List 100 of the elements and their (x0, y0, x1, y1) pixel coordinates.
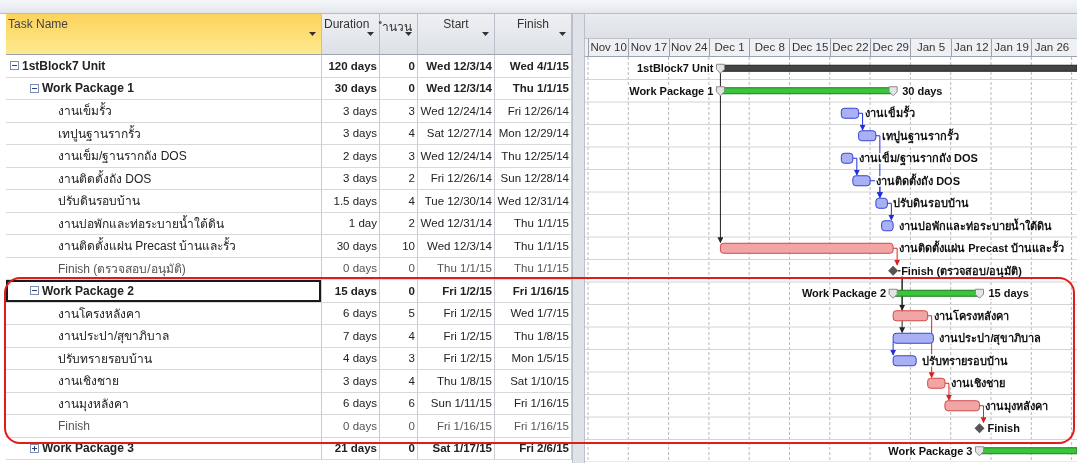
dependency-arrow (890, 340, 897, 356)
task-name: งานเชิงชาย (58, 373, 119, 391)
dropdown-arrow-icon (482, 32, 489, 36)
expand-icon[interactable] (30, 443, 39, 453)
task-bar[interactable] (892, 355, 917, 367)
dropdown-arrow-icon (367, 32, 374, 36)
table-cell: 6 days (322, 392, 380, 415)
table-cell: 4 (380, 190, 418, 213)
bar-label: Finish (ตรวจสอบ/อนุมัติ) (901, 264, 1022, 277)
task-name: Work Package 1 (42, 81, 134, 96)
table-cell: Fri 1/16/15 (418, 415, 495, 438)
table-cell: Sat 12/27/14 (418, 122, 495, 145)
dependency-arrow (858, 112, 866, 131)
table-cell: Wed 12/31/14 (418, 212, 495, 235)
task-name: 1stBlock7 Unit (22, 58, 106, 73)
task-bar[interactable] (858, 130, 877, 142)
table-cell: Tue 12/30/14 (418, 190, 495, 213)
task-name: งานเข็มรั้ว (58, 101, 112, 121)
table-cell: Wed 12/3/14 (418, 235, 495, 258)
task-name: งานประปา/สุขาภิบาล (58, 328, 170, 346)
dependency-arrow (892, 247, 901, 266)
task-bar[interactable] (892, 332, 934, 344)
table-cell: 2 (380, 167, 418, 190)
task-name: งานติดตั้งถัง DOS (58, 169, 152, 188)
table-cell: Wed 12/24/14 (418, 100, 495, 123)
task-bar[interactable] (852, 175, 871, 187)
bar-label: งานบ่อพักและท่อระบายน้ำใต้ดิน (899, 219, 1053, 232)
timescale-label: Nov 24 (668, 39, 709, 56)
table-cell: 30 days (322, 235, 380, 258)
table-cell: Wed 12/24/14 (418, 145, 495, 168)
column-header[interactable]: ำนวน (380, 14, 418, 55)
table-cell: 0 (380, 280, 418, 303)
table-cell: 2 days (322, 145, 380, 168)
table-cell: 4 (380, 122, 418, 145)
collapse-icon[interactable] (30, 83, 39, 93)
table-cell: 4 (380, 370, 418, 393)
task-name: ปรับทรายรอบบ้าน (58, 350, 152, 368)
dropdown-arrow-icon (309, 32, 316, 36)
collapse-icon[interactable] (10, 61, 19, 71)
table-cell: 7 days (322, 325, 380, 348)
task-bar[interactable] (892, 310, 929, 322)
task-bar[interactable] (840, 152, 854, 164)
bar-label: งานโครงหลังคา (933, 309, 1009, 322)
bar-label: Finish (987, 422, 1020, 435)
milestone-marker[interactable] (888, 265, 899, 276)
table-cell: 30 days (322, 77, 380, 100)
task-name: Finish (ตรวจสอบ/อนุมัติ) (58, 260, 186, 278)
task-bar[interactable] (881, 220, 894, 232)
task-name: งานโครงหลังคา (58, 305, 141, 323)
table-cell: Wed 12/3/14 (418, 77, 495, 100)
timescale-label: Dec 1 (708, 39, 750, 56)
table-cell: 3 days (322, 100, 380, 123)
table-cell: 0 (380, 257, 418, 280)
table-cell: 0 (380, 437, 418, 460)
dropdown-arrow-icon (405, 32, 412, 36)
table-cell: 15 days (322, 280, 380, 303)
table-cell: 6 days (322, 302, 380, 325)
column-header[interactable]: Task Name (6, 14, 322, 55)
column-header[interactable]: Duration (322, 14, 380, 55)
table-cell: 3 (380, 347, 418, 370)
column-header[interactable]: Finish (495, 14, 572, 55)
table-cell: 10 (380, 235, 418, 258)
bar-label: เทปูนฐานรากรั้ว (881, 129, 959, 142)
bar-label: 30 days (902, 84, 943, 97)
dependency-arrow (886, 202, 895, 221)
timescale-label: Dec 22 (829, 39, 871, 56)
bar-label: งานติดตั้งแผ่น Precast บ้านและรั้ว (899, 242, 1064, 255)
task-name: ปรับดินรอบบ้าน (58, 193, 140, 211)
table-cell: Fri 12/26/14 (418, 167, 495, 190)
milestone-marker[interactable] (974, 423, 985, 434)
table-cell: Fri 1/2/15 (418, 347, 495, 370)
dependency-arrow (944, 382, 952, 401)
bar-label: Work Package 1 (629, 84, 714, 97)
table-cell: 0 (380, 55, 418, 78)
table-cell: 4 days (322, 347, 380, 370)
timescale-label: Nov 10 (588, 39, 629, 56)
collapse-icon[interactable] (30, 286, 39, 296)
task-name: งานบ่อพักและท่อระบายน้ำใต้ดิน (58, 214, 224, 233)
dependency-arrow (979, 405, 987, 424)
table-cell: 120 days (322, 55, 380, 78)
task-bar[interactable] (875, 197, 888, 209)
task-bar[interactable] (840, 107, 860, 119)
table-cell: 3 (380, 100, 418, 123)
bar-label: งานมุงหลังคา (985, 399, 1049, 412)
timescale-label: Nov 17 (628, 39, 669, 56)
table-cell: Wed 12/3/14 (418, 55, 495, 78)
task-bar[interactable] (927, 377, 946, 389)
timescale-label: Jan 5 (910, 39, 951, 56)
column-header[interactable]: Start (418, 14, 495, 55)
task-bar[interactable] (944, 400, 980, 412)
table-cell: 6 (380, 392, 418, 415)
dropdown-arrow-icon (559, 32, 566, 36)
table-cell: 1.5 days (322, 190, 380, 213)
table-cell: Thu 1/8/15 (418, 370, 495, 393)
table-cell: 3 days (322, 167, 380, 190)
table-cell: 3 days (322, 370, 380, 393)
bar-label: งานประปา/สุขาภิบาล (939, 332, 1042, 345)
table-cell: 0 days (322, 257, 380, 280)
timescale-label: Dec 29 (870, 39, 911, 56)
table-cell: 3 days (322, 122, 380, 145)
